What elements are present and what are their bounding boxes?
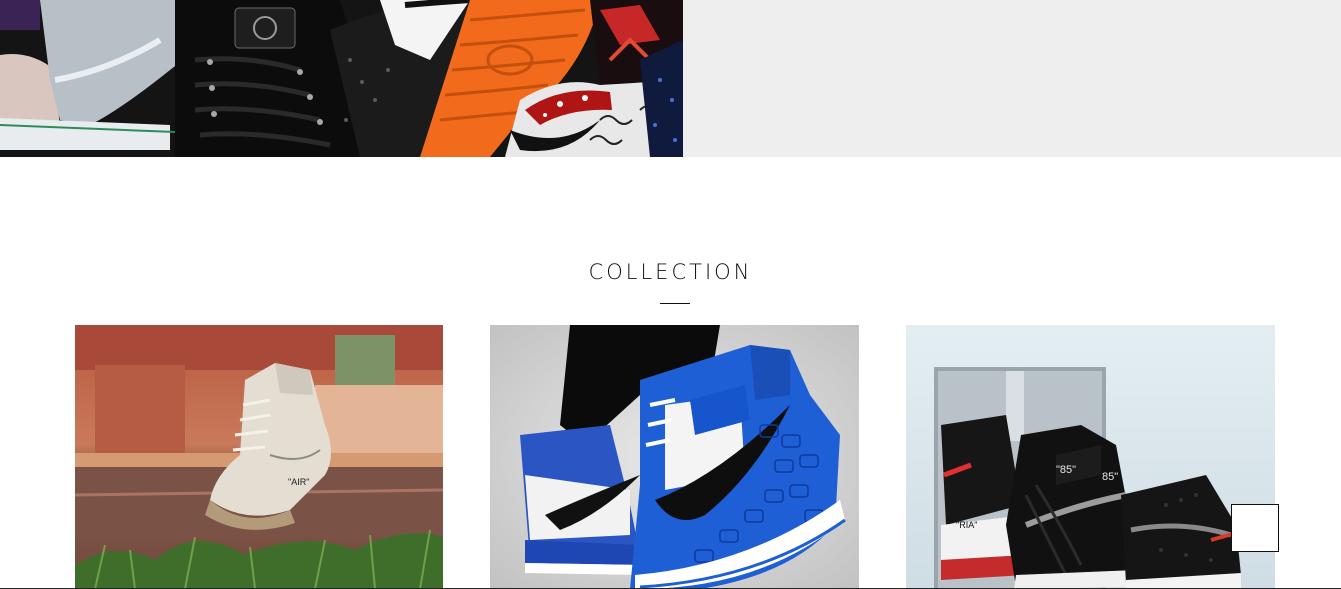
- hero-banner: [0, 0, 1341, 157]
- hero-side-panel: [683, 0, 1341, 157]
- page: COLLECTION "AIR" "RIA" "85" 85": [0, 0, 1341, 589]
- hero-sneaker-pile-image: [0, 0, 683, 157]
- collection-card-3[interactable]: "RIA" "85" 85": [906, 325, 1275, 589]
- title-divider: [660, 303, 690, 304]
- collection-title: COLLECTION: [588, 260, 753, 284]
- collection-card-1[interactable]: "AIR": [75, 325, 443, 589]
- jordan-blue-croc-image: [490, 325, 859, 589]
- svg-text:"85": "85": [1056, 464, 1076, 476]
- svg-text:85": 85": [1102, 471, 1118, 483]
- offwhite-jordan-black-mirror-image: "RIA" "85" 85": [906, 325, 1275, 589]
- svg-text:"RIA": "RIA": [956, 520, 977, 530]
- offwhite-jordan-white-image: "AIR": [75, 325, 443, 589]
- svg-text:"AIR": "AIR": [288, 477, 309, 487]
- back-to-top-button[interactable]: [1231, 504, 1279, 552]
- collection-card-2[interactable]: [490, 325, 859, 589]
